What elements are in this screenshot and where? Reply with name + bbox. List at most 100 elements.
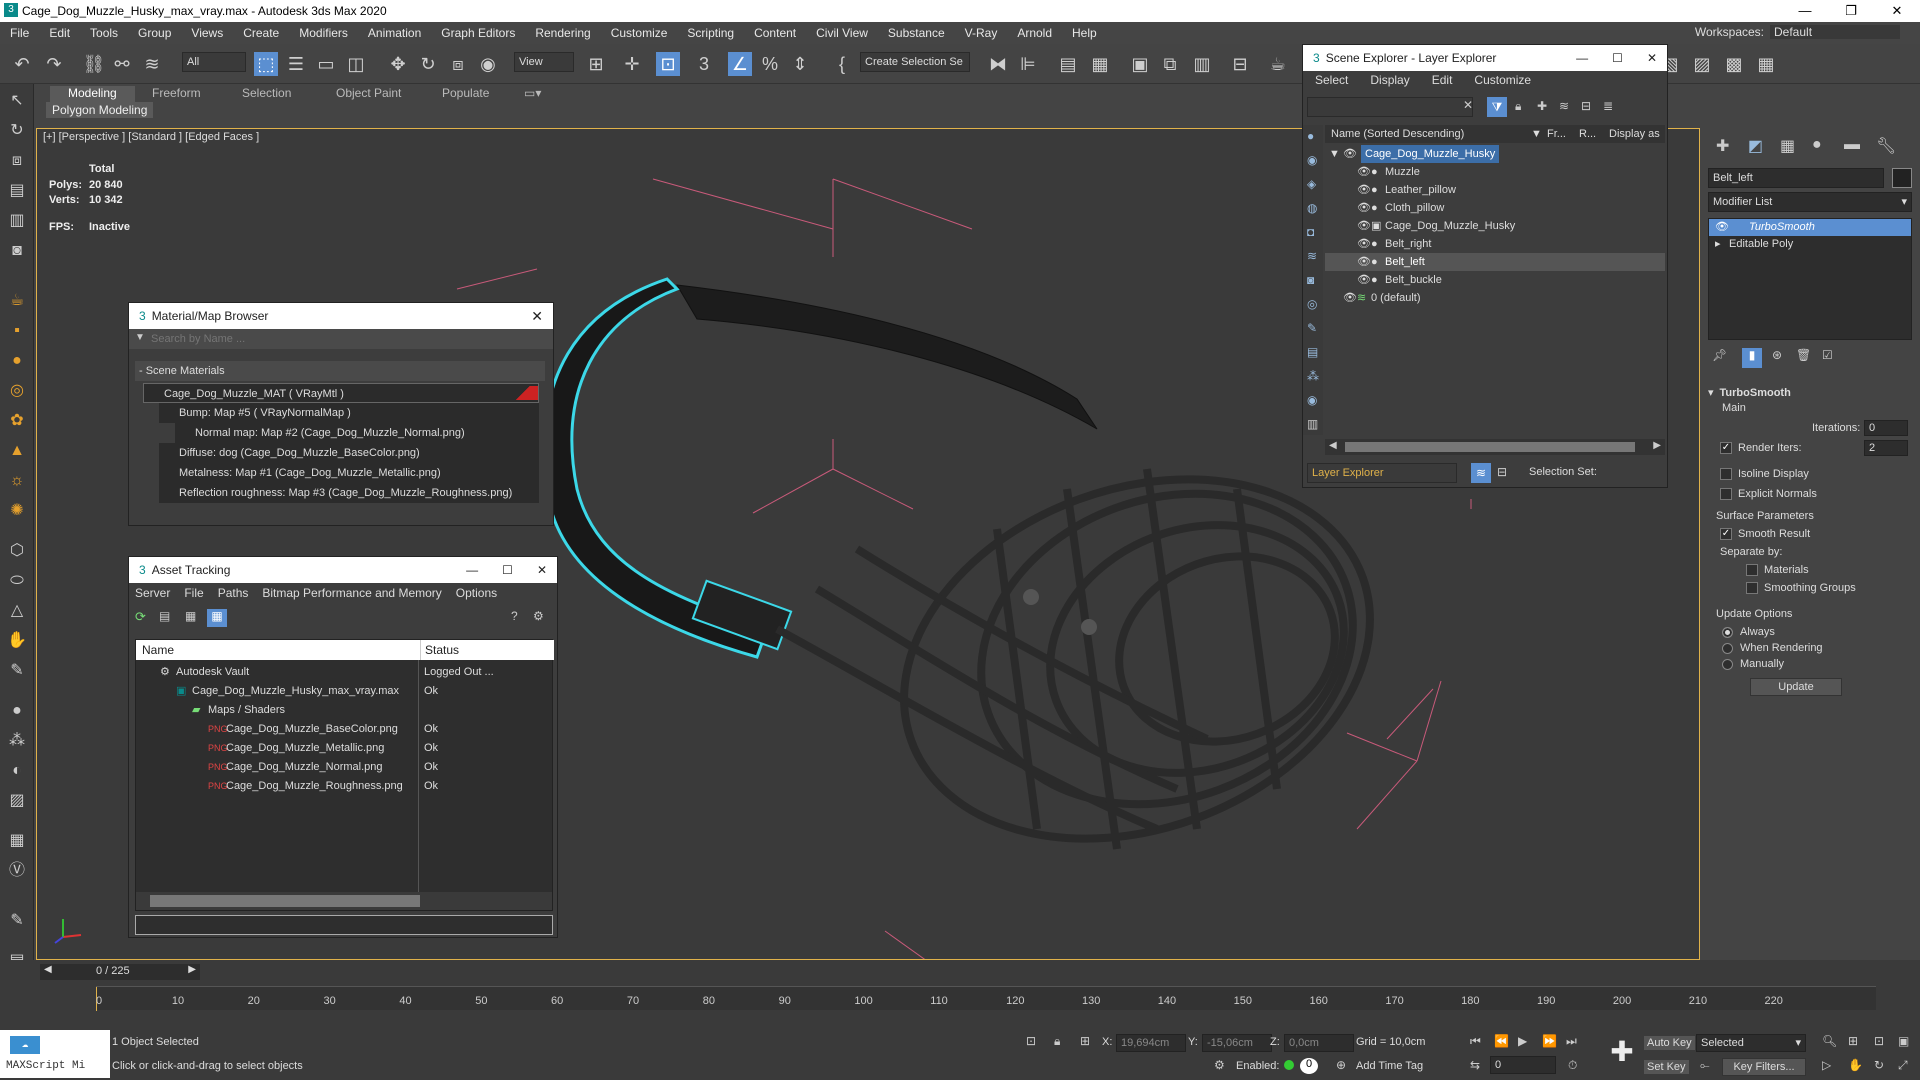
vray-frame-buffer-icon[interactable]: ▨ [1690,52,1714,76]
list-item[interactable]: 👁︎ ● Belt_buckle [1325,271,1665,289]
go-to-end-icon[interactable]: ⏭ [1566,1034,1577,1049]
zoom-extents-icon[interactable]: ⊡ [1874,1034,1884,1048]
visibility-eye-icon[interactable]: 👁︎ [1343,289,1357,307]
sun-icon[interactable]: ✺ [6,500,28,522]
ribbon-toggle-icon[interactable]: ▦ [1088,52,1112,76]
visibility-eye-icon[interactable]: 👁︎ [1357,235,1371,253]
menu-vray[interactable]: V-Ray [955,26,1008,40]
track-bar[interactable]: 0 10 20 30 40 50 60 70 80 90 100 110 120 130 140 150 160… [96,986,1876,1011]
maximize-icon[interactable]: ☐ [502,563,513,577]
iterations-spinner[interactable]: 0 [1864,420,1908,436]
pivot-icon[interactable]: ⊞ [584,52,608,76]
sphere-icon[interactable]: ● [6,350,28,372]
expand-icon[interactable]: ▼ [1329,145,1340,163]
minimize-icon[interactable]: — [1782,0,1828,22]
display-helpers-icon[interactable]: ≋ [1307,249,1317,263]
menu-display[interactable]: Display [1370,73,1409,87]
list-item[interactable]: 👁︎ ● Leather_pillow [1325,181,1665,199]
menu-tools[interactable]: Tools [80,26,128,40]
window-crossing-icon[interactable]: ◫ [344,52,368,76]
menu-customize[interactable]: Customize [1474,73,1531,87]
list-item[interactable]: 👁︎ ≋ 0 (default) [1325,289,1665,307]
mirror-icon[interactable]: ⧓ [986,52,1010,76]
menu-edit[interactable]: Edit [1432,73,1453,87]
object-color-swatch[interactable] [1892,168,1912,188]
geosphere-icon[interactable]: ✿ [6,410,28,432]
play-icon[interactable]: ▶ [1518,1034,1527,1048]
tab-selection[interactable]: Selection [242,86,291,102]
display-shapes-icon[interactable]: ◈ [1307,177,1316,191]
menu-edit[interactable]: Edit [39,26,80,40]
scene-materials-section[interactable]: - Scene Materials [135,361,545,381]
select-manipulate-icon[interactable]: ✛ [620,52,644,76]
table-view-icon[interactable]: ▦ [207,609,227,627]
zoom-all-icon[interactable]: ⊞ [1848,1034,1858,1048]
tab-freeform[interactable]: Freeform [152,86,201,102]
material-item[interactable]: Metalness: Map #1 (Cage_Dog_Muzzle_Metal… [159,463,539,483]
col-frozen[interactable]: Fr... [1547,125,1566,143]
pin-stack-icon[interactable]: 📌︎ [1712,348,1727,362]
set-key-button[interactable]: Set Key [1644,1060,1689,1074]
scene-hscrollbar[interactable]: ◀ ▶ [1325,439,1665,455]
menu-modifiers[interactable]: Modifiers [289,26,358,40]
display-cameras-icon[interactable]: ◘ [1307,225,1314,239]
close-icon[interactable]: ✕ [531,308,543,325]
list-view-icon[interactable]: ▤ [159,609,170,623]
box-icon[interactable]: ▪ [6,320,28,342]
v-icon[interactable]: Ⓥ [6,860,28,882]
rotate-icon[interactable]: ↻ [416,52,440,76]
lock-icon[interactable]: 🔒︎ [1515,99,1521,114]
menu-server[interactable]: Server [135,583,170,603]
col-name[interactable]: Name (Sorted Descending) [1331,125,1464,143]
when-rendering-radio[interactable] [1722,642,1739,654]
show-end-result-icon[interactable]: ▮ [1742,348,1762,368]
display-tab-icon[interactable]: ▬ [1844,136,1860,154]
maxscript-listener[interactable]: ☁ MAXScript Mi [0,1030,110,1078]
material-item[interactable]: Diffuse: dog (Cage_Dog_Muzzle_BaseColor.… [159,443,539,463]
move-icon[interactable]: ✥ [386,52,410,76]
table-row[interactable]: PNG Cage_Dog_Muzzle_Metallic.png Ok [136,738,554,758]
torus-icon[interactable]: ◎ [6,380,28,402]
display-all-icon[interactable]: ▥ [1307,417,1318,431]
orbit-icon[interactable]: ↻ [1874,1058,1884,1072]
maximize-viewport-icon[interactable]: ⤢ [1898,1058,1908,1073]
add-time-tag-icon[interactable]: ⊕ [1336,1058,1346,1072]
rotate-view-icon[interactable]: ↻ [6,120,28,142]
menu-select[interactable]: Select [1315,73,1348,87]
modifier-list-dropdown[interactable]: Modifier List ▾ [1708,192,1912,212]
scrollbar-thumb[interactable] [1345,442,1635,452]
layers-icon[interactable]: ≋ [1559,99,1569,113]
visibility-eye-icon[interactable]: 👁︎ [1715,219,1729,236]
stack-item-turbosmooth[interactable]: 👁︎ TurboSmooth [1709,219,1911,236]
tab-populate[interactable]: Populate [442,86,489,102]
utilities-tab-icon[interactable]: 🔧︎ [1876,136,1896,156]
material-editor-icon[interactable]: ▥ [1190,52,1214,76]
table-row[interactable]: PNG Cage_Dog_Muzzle_Normal.png Ok [136,757,554,777]
rollout-header[interactable]: ▾ TurboSmooth [1708,384,1912,402]
cone-icon[interactable]: ▲ [6,440,28,462]
settings-icon[interactable]: ⚙ [533,609,544,623]
visibility-eye-icon[interactable]: 👁︎ [1357,199,1371,217]
hierarchy-tab-icon[interactable]: ▦ [1780,136,1795,156]
add-time-tag-label[interactable]: Add Time Tag [1356,1060,1423,1072]
next-key-icon[interactable]: ⏩ [1542,1034,1557,1048]
make-unique-icon[interactable]: ⊛ [1772,348,1782,362]
key-filters-button[interactable]: Key Filters... [1722,1058,1806,1076]
modify-tab-icon[interactable]: ◩ [1748,136,1763,156]
light-icon[interactable]: ☼ [6,470,28,492]
hierarchy-icon[interactable]: ⊟ [1581,99,1591,113]
display-lights-icon[interactable]: ◍ [1307,201,1317,215]
auto-key-button[interactable]: Auto Key [1644,1036,1695,1050]
close-icon[interactable]: ✕ [1647,51,1657,65]
angle-snap-icon[interactable]: ∠ [728,52,752,76]
table-row[interactable]: PNG Cage_Dog_Muzzle_Roughness.png Ok [136,776,554,796]
motion-tab-icon[interactable]: ● [1812,136,1822,154]
redo-icon[interactable]: ↷ [42,52,66,76]
visibility-eye-icon[interactable]: 👁︎ [1357,163,1371,181]
smoothing-groups-checkbox[interactable] [1746,582,1764,595]
list-item[interactable]: 👁︎ ● Muzzle [1325,163,1665,181]
render-iters-spinner[interactable]: 2 [1864,440,1908,456]
select-tool-icon[interactable]: ↖ [6,90,28,112]
scale-icon[interactable]: ⧈ [446,52,470,76]
new-layer-icon[interactable]: ✚ [1537,99,1547,113]
